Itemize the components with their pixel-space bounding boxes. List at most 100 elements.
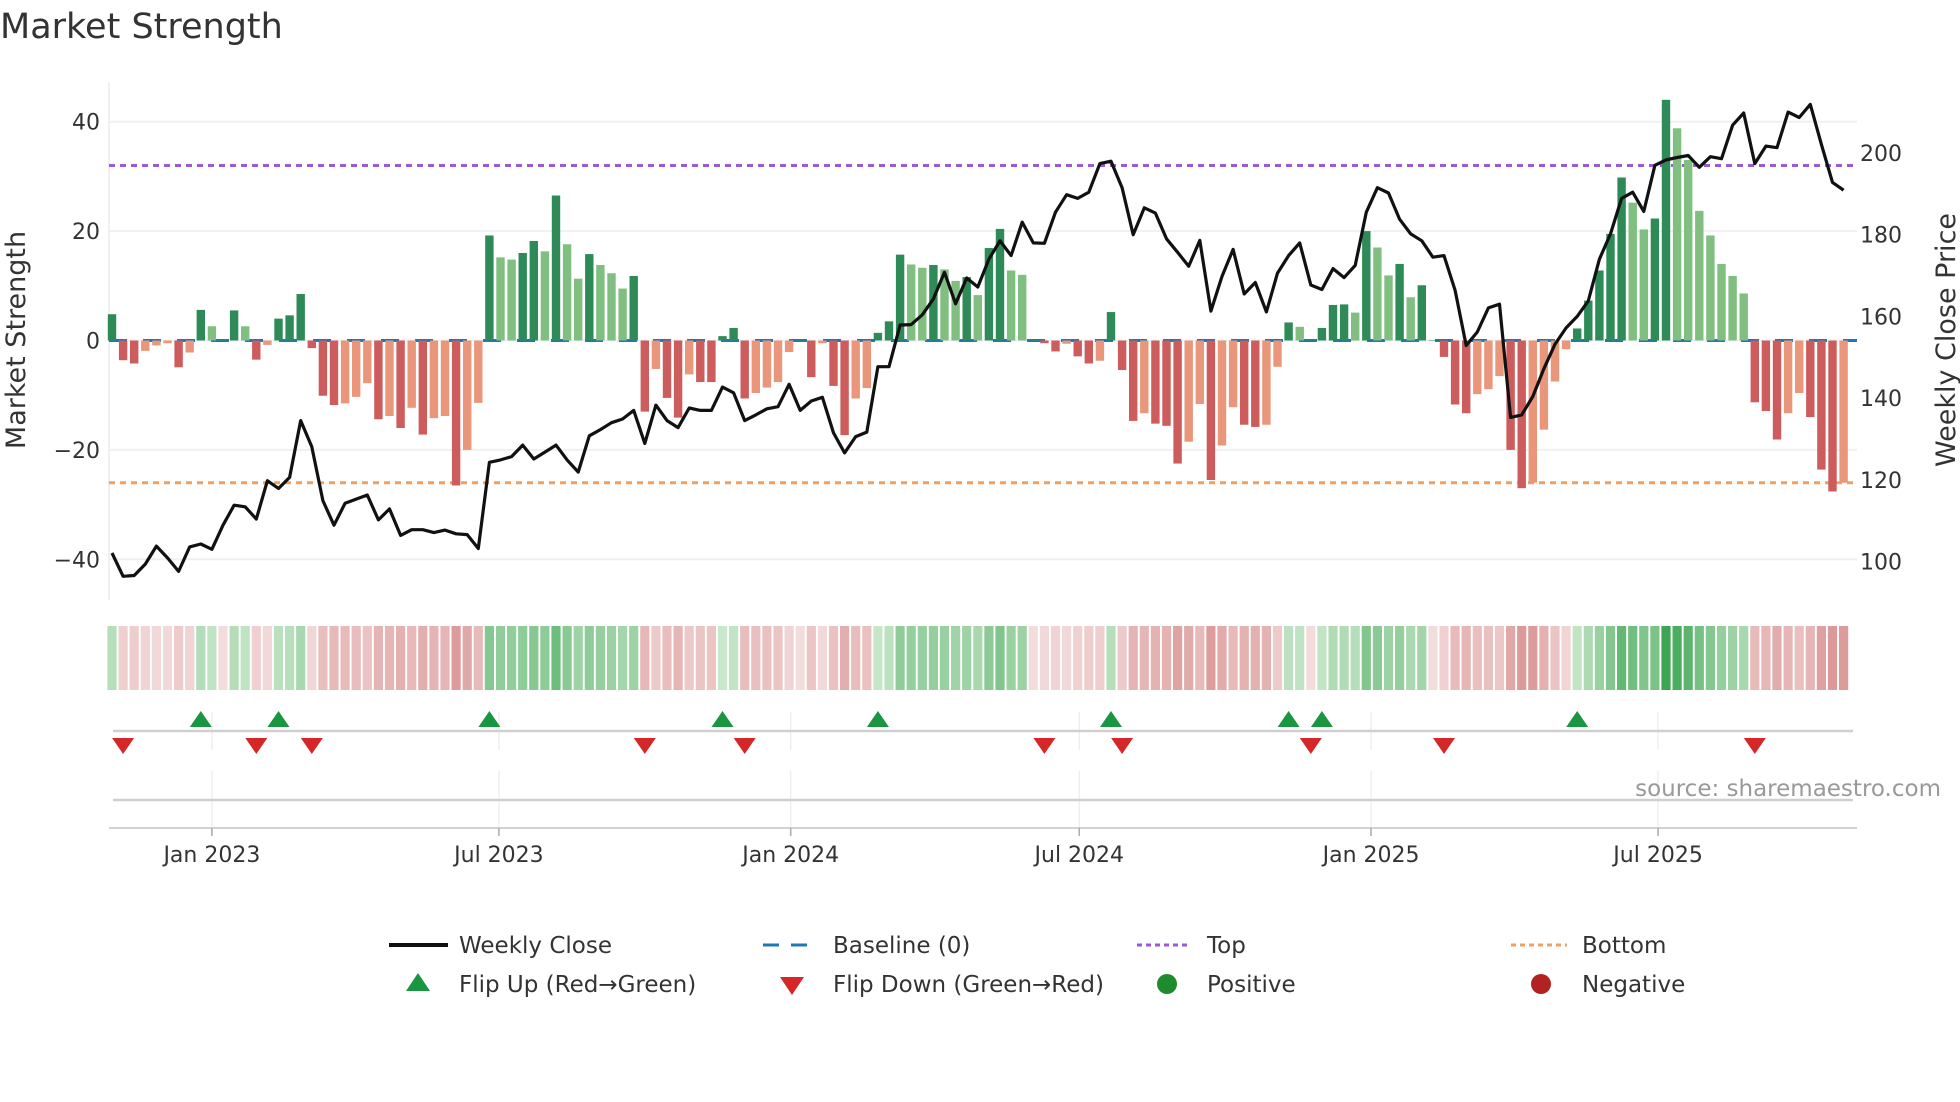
heat-cell bbox=[1161, 626, 1172, 690]
heat-cell bbox=[573, 626, 583, 690]
y-tick-label: 20 bbox=[72, 220, 100, 245]
heat-cell bbox=[951, 626, 961, 690]
strength-bar bbox=[1206, 340, 1216, 480]
strength-bar bbox=[840, 340, 849, 436]
heat-cell bbox=[1006, 626, 1016, 690]
heat-cell bbox=[1317, 626, 1327, 690]
heat-cell bbox=[1794, 626, 1804, 690]
strength-bar bbox=[1217, 340, 1227, 446]
heat-cell bbox=[1106, 626, 1116, 690]
legend-item-bottom: Bottom bbox=[1511, 933, 1666, 959]
strength-bar bbox=[1339, 304, 1349, 341]
heat-cell bbox=[795, 626, 805, 690]
strength-bar bbox=[673, 340, 683, 418]
strength-bar bbox=[707, 340, 716, 383]
y-tick-label: −40 bbox=[54, 548, 100, 573]
strength-bar bbox=[907, 264, 916, 341]
heat-cell bbox=[207, 626, 217, 690]
strength-bar bbox=[640, 340, 649, 412]
strength-bar bbox=[429, 340, 439, 419]
heat-cell bbox=[1539, 626, 1549, 690]
strength-bar bbox=[329, 340, 339, 406]
heat-cell bbox=[484, 626, 494, 690]
flip-down-marker bbox=[245, 738, 268, 754]
strength-bar bbox=[829, 340, 838, 386]
strength-bar bbox=[1573, 328, 1582, 341]
heat-cell bbox=[1417, 626, 1427, 690]
y2-tick-label: 160 bbox=[1860, 305, 1902, 330]
heat-cell bbox=[440, 626, 450, 690]
strength-bar bbox=[174, 340, 183, 368]
flip-up-marker bbox=[866, 711, 889, 727]
heat-cell bbox=[1583, 626, 1593, 690]
strength-bar bbox=[951, 280, 960, 341]
y2-axis-title: Weekly Close Price bbox=[1931, 213, 1960, 467]
heat-cell bbox=[1383, 626, 1394, 690]
heat-cell bbox=[384, 626, 395, 690]
heat-cell bbox=[1261, 626, 1271, 690]
heat-cell bbox=[451, 626, 461, 690]
strength-bar bbox=[118, 340, 128, 361]
strength-bar bbox=[1839, 340, 1848, 483]
heat-cell bbox=[1639, 626, 1649, 690]
heat-cell bbox=[1173, 626, 1183, 690]
strength-bar bbox=[229, 310, 239, 341]
heat-cell bbox=[618, 626, 628, 690]
heat-cell bbox=[1472, 626, 1482, 690]
strength-bar bbox=[1140, 340, 1149, 414]
heat-cell bbox=[884, 626, 894, 690]
heat-cell bbox=[329, 626, 339, 690]
heat-cell bbox=[762, 626, 772, 690]
heat-cell bbox=[1494, 626, 1505, 690]
strength-bar bbox=[1040, 340, 1049, 344]
flip-down-marker bbox=[733, 738, 756, 754]
heat-cell bbox=[1372, 626, 1382, 690]
strength-bar bbox=[196, 309, 205, 341]
strength-bar bbox=[141, 340, 150, 351]
heat-cell bbox=[1239, 626, 1249, 690]
strength-bar bbox=[1684, 159, 1693, 341]
heat-cell bbox=[1339, 626, 1349, 690]
strength-bar bbox=[1328, 304, 1338, 341]
heat-cell bbox=[1517, 626, 1527, 690]
heat-cell bbox=[995, 626, 1005, 690]
heat-cell bbox=[129, 626, 139, 690]
heat-cell bbox=[1572, 626, 1582, 690]
strength-bar bbox=[485, 235, 494, 341]
heat-cell bbox=[362, 626, 372, 690]
heat-cell bbox=[1672, 626, 1682, 690]
legend-label: Top bbox=[1206, 933, 1246, 959]
legend-label: Flip Down (Green→Red) bbox=[833, 972, 1104, 998]
heat-cell bbox=[162, 626, 173, 690]
heat-cell bbox=[684, 626, 694, 690]
source-label: source: sharemaestro.com bbox=[1635, 776, 1941, 802]
strength-bar bbox=[807, 340, 816, 378]
strength-bar bbox=[418, 340, 427, 435]
strength-bar bbox=[1073, 340, 1082, 357]
heat-cell bbox=[640, 626, 650, 690]
heat-cell bbox=[1284, 626, 1294, 690]
heat-cell bbox=[1306, 626, 1316, 690]
strength-bar bbox=[1195, 340, 1204, 404]
strength-bar bbox=[1006, 270, 1016, 341]
strength-bar bbox=[796, 340, 805, 341]
strength-bar bbox=[551, 195, 561, 341]
strength-heat-strip bbox=[107, 626, 1849, 690]
heat-cell bbox=[140, 626, 150, 690]
heat-cell bbox=[1683, 626, 1693, 690]
strength-bar bbox=[1728, 275, 1737, 341]
strength-bar bbox=[107, 314, 117, 341]
strength-bar bbox=[1228, 340, 1238, 408]
heat-cell bbox=[218, 626, 228, 690]
heat-cell bbox=[1739, 626, 1749, 690]
strength-bar bbox=[1484, 340, 1493, 390]
strength-bar bbox=[1184, 340, 1193, 442]
flip-down-marker bbox=[1433, 738, 1455, 754]
legend-item-flip-up: Flip Up (Red→Green) bbox=[406, 972, 696, 998]
heat-cell bbox=[1272, 626, 1283, 690]
legend-label: Negative bbox=[1582, 972, 1685, 998]
y-tick-label: −20 bbox=[54, 439, 100, 464]
x-tick-label: Jan 2025 bbox=[1321, 843, 1420, 868]
heat-cell bbox=[396, 626, 406, 690]
y2-tick-label: 180 bbox=[1860, 224, 1902, 249]
